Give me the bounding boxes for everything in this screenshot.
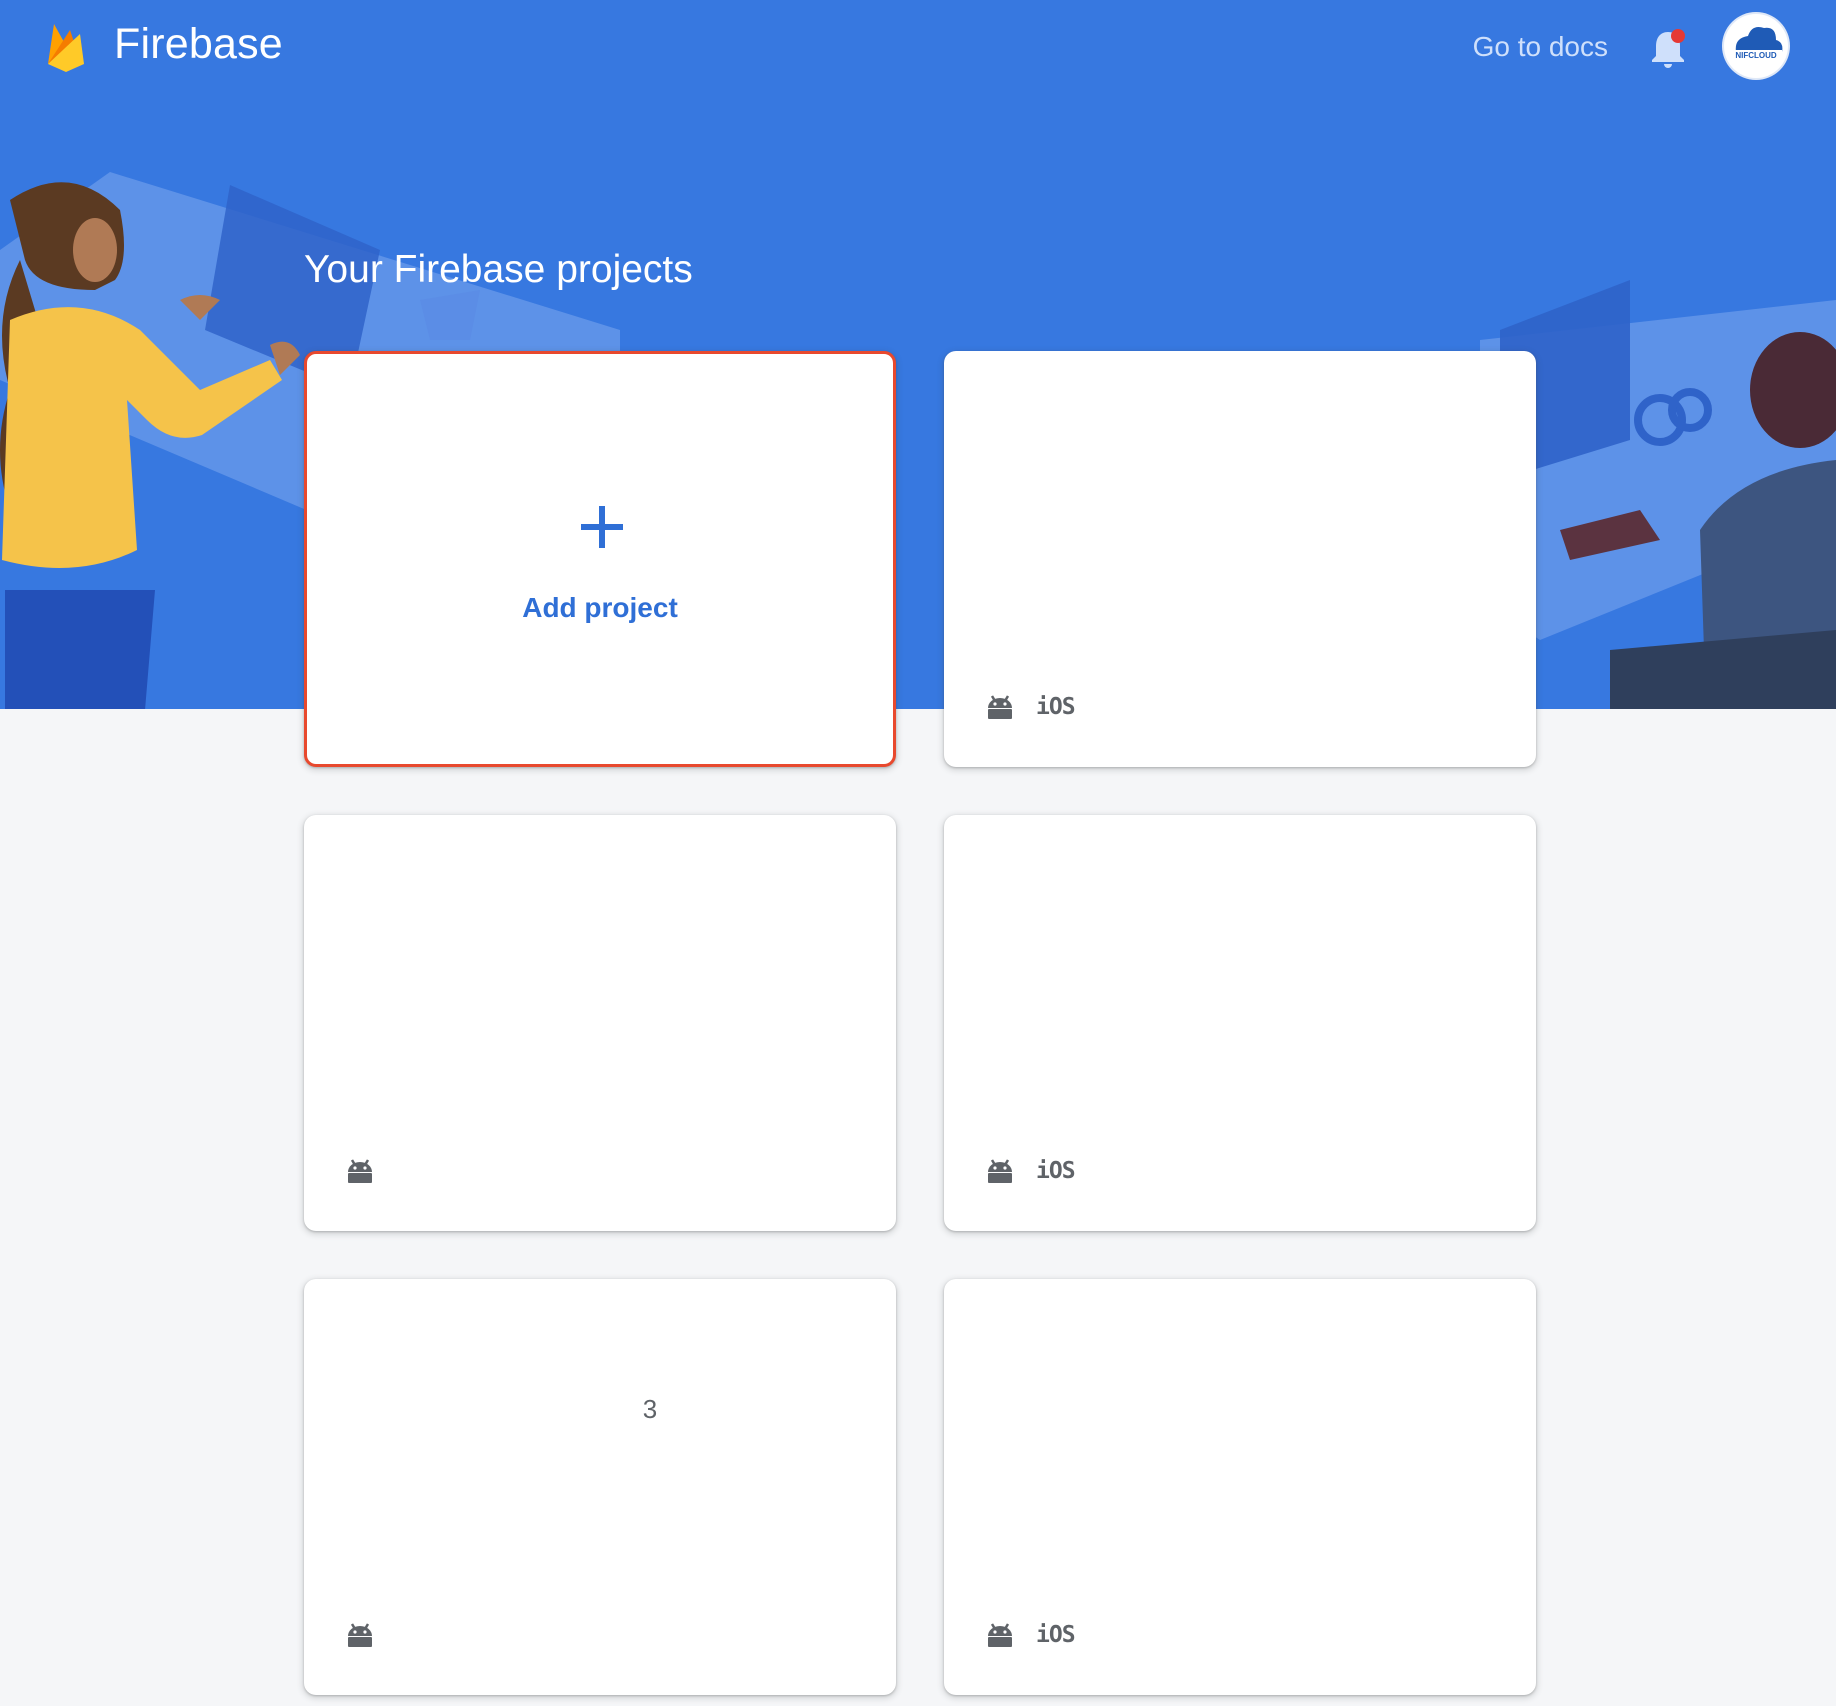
platform-icons: iOS (986, 1619, 1076, 1651)
hero-illustration (0, 172, 1836, 709)
platform-icons (346, 1619, 374, 1651)
notification-dot (1671, 29, 1685, 43)
ios-label: iOS (1036, 694, 1076, 720)
android-icon (988, 1159, 1012, 1183)
project-card[interactable]: iOS (944, 351, 1536, 767)
account-avatar[interactable]: NIFCLOUD (1724, 14, 1788, 78)
add-project-label: Add project (522, 592, 678, 623)
ios-label: iOS (1036, 1622, 1076, 1648)
go-to-docs-link[interactable]: Go to docs (1473, 31, 1608, 63)
add-project-card[interactable]: Add project (304, 351, 896, 767)
project-card[interactable] (304, 815, 896, 1231)
brand-name[interactable]: Firebase (114, 20, 283, 69)
hero-banner: Firebase Go to docs NIFCLOUD Your Fireba… (0, 0, 1836, 709)
project-card[interactable]: iOS (944, 815, 1536, 1231)
notifications-bell-icon[interactable] (1648, 26, 1688, 70)
top-app-bar: Firebase Go to docs NIFCLOUD (0, 0, 1836, 96)
android-icon (348, 1623, 372, 1647)
ios-label: iOS (1036, 1158, 1076, 1184)
platform-icons: iOS (986, 691, 1076, 723)
project-card[interactable]: 3 (304, 1279, 896, 1695)
platform-icons: iOS (986, 1155, 1076, 1187)
nifcloud-logo-icon: NIFCLOUD (1730, 27, 1783, 60)
add-icon (581, 506, 623, 548)
page-title: Your Firebase projects (304, 248, 693, 291)
project-card[interactable]: iOS (944, 1279, 1536, 1695)
svg-text:NIFCLOUD: NIFCLOUD (1735, 51, 1777, 60)
android-icon (988, 1623, 1012, 1647)
android-icon (988, 695, 1012, 719)
android-icon (348, 1159, 372, 1183)
project-card-count: 3 (642, 1394, 658, 1424)
firebase-logo-icon[interactable] (44, 20, 88, 72)
platform-icons (346, 1155, 374, 1187)
